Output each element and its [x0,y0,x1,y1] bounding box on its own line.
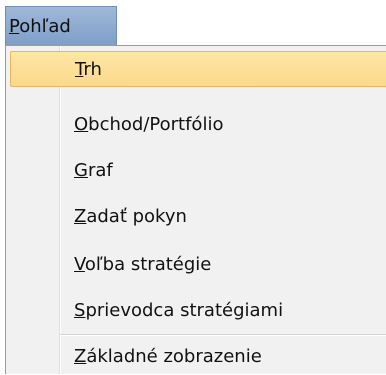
menu-item-zakladne-zobrazenie-text: ákladné zobrazenie [86,346,262,367]
menu-item-zadat-pokyn[interactable]: Zadať pokyn [10,199,386,235]
menu-item-volba-strategie-label: Voľba stratégie [74,247,211,283]
menu-item-obchod-portfolio-label: Obchod/Portfólio [74,107,223,143]
menu-item-sprievodca-strategiami[interactable]: Sprievodca stratégiami [10,293,386,329]
menu-item-sprievodca-strategiami-label: Sprievodca stratégiami [74,293,283,329]
menu-item-zadat-pokyn-label: Zadať pokyn [74,199,187,235]
menu-item-sprievodca-strategiami-mnemonic: S [74,300,86,321]
menu-item-volba-strategie[interactable]: Voľba stratégie [10,247,386,283]
menu-item-zakladne-zobrazenie-mnemonic: Z [74,346,87,367]
menu-item-trh[interactable]: Trh [10,51,386,87]
menu-item-trh-label: Trh [75,52,102,88]
menu-item-graf-text: raf [87,160,113,181]
menu-item-zakladne-zobrazenie-label: Základné zobrazenie [74,339,262,375]
menu-item-trh-text: rh [83,59,102,80]
menu-item-zakladne-zobrazenie[interactable]: Základné zobrazenie [10,339,386,375]
menu-item-obchod-portfolio[interactable]: Obchod/Portfólio [10,107,386,143]
menu-item-volba-strategie-text: oľba stratégie [84,254,212,275]
menu-item-sprievodca-strategiami-text: prievodca stratégiami [85,300,284,321]
menu-pohlad-mnemonic: P [9,16,20,37]
menu-item-zadat-pokyn-mnemonic: Z [74,206,87,227]
menu-item-obchod-portfolio-mnemonic: O [74,114,89,135]
menu-item-graf-mnemonic: G [74,160,88,181]
menu-item-volba-strategie-mnemonic: V [74,254,85,275]
menu-item-obchod-portfolio-text: bchod/Portfólio [88,114,224,135]
menu-pohlad[interactable]: Pohľad [5,6,117,45]
pohlad-dropdown-menu: Trh Obchod/Portfólio Graf Zadať pokyn Vo… [5,45,386,374]
menu-bar: Pohľad [0,0,386,46]
menu-item-graf-label: Graf [74,153,113,189]
menu-item-graf[interactable]: Graf [10,153,386,189]
menu-separator-highlight [60,335,386,336]
menu-pohlad-label: ohľad [19,16,71,37]
menu-item-zadat-pokyn-text: adať pokyn [86,206,187,227]
